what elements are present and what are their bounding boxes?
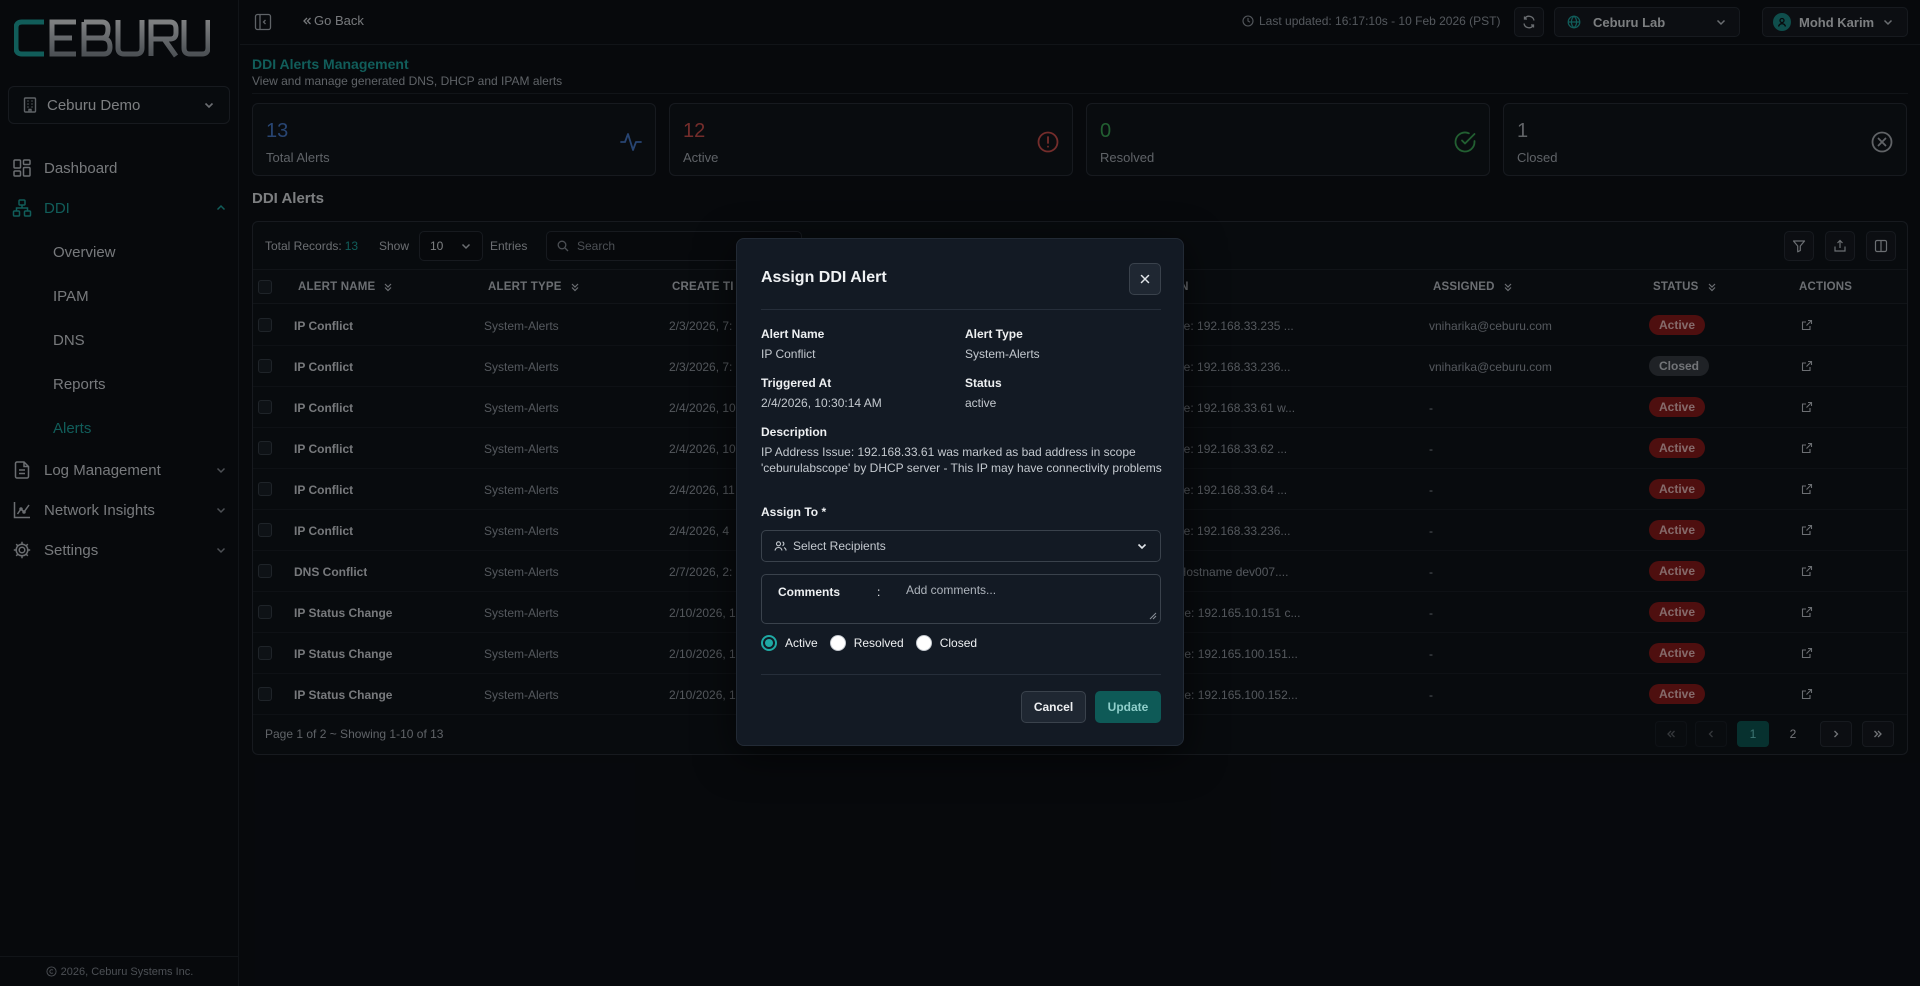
- comments-field: Comments :: [761, 574, 1161, 624]
- radio-resolved[interactable]: Resolved: [829, 635, 904, 651]
- radio-active[interactable]: Active: [761, 635, 818, 651]
- assign-alert-modal: Assign DDI Alert Alert Name IP Conflict …: [736, 238, 1184, 746]
- modal-divider: [761, 674, 1161, 675]
- comments-label: Comments: [778, 585, 841, 599]
- comments-input[interactable]: [906, 583, 1146, 613]
- radio-label: Resolved: [853, 636, 904, 650]
- cancel-button[interactable]: Cancel: [1021, 691, 1086, 723]
- assign-to-label: Assign To *: [761, 505, 827, 519]
- triggered-at-value: 2/4/2026, 10:30:14 AM: [761, 396, 882, 410]
- recipients-select[interactable]: Select Recipients: [761, 530, 1161, 562]
- comments-colon: :: [877, 585, 881, 599]
- recipients-placeholder: Select Recipients: [793, 539, 886, 553]
- radio-checked-icon[interactable]: [761, 635, 777, 651]
- modal-title: Assign DDI Alert: [761, 269, 887, 286]
- description-value: IP Address Issue: 192.168.33.61 was mark…: [761, 445, 1162, 475]
- status-value: active: [965, 396, 997, 410]
- alert-type-label: Alert Type: [965, 327, 1023, 341]
- users-icon: [774, 540, 787, 552]
- update-button[interactable]: Update: [1095, 691, 1161, 723]
- radio-unchecked-icon[interactable]: [829, 635, 846, 651]
- modal-divider: [761, 309, 1161, 310]
- close-button[interactable]: [1129, 263, 1161, 295]
- chevron-down-icon: [1136, 540, 1148, 552]
- description-label: Description: [761, 425, 828, 439]
- alert-name-value: IP Conflict: [761, 347, 816, 361]
- alert-type-value: System-Alerts: [965, 347, 1040, 361]
- radio-closed[interactable]: Closed: [915, 635, 978, 651]
- status-label: Status: [965, 376, 1002, 390]
- radio-label: Closed: [939, 636, 978, 650]
- status-radio-group: Active Resolved Closed: [761, 635, 977, 651]
- resize-grip-icon[interactable]: [1149, 612, 1157, 620]
- close-icon: [1139, 273, 1151, 285]
- radio-label: Active: [785, 636, 818, 650]
- alert-name-label: Alert Name: [761, 327, 825, 341]
- triggered-at-label: Triggered At: [761, 376, 832, 390]
- radio-unchecked-icon[interactable]: [915, 635, 932, 651]
